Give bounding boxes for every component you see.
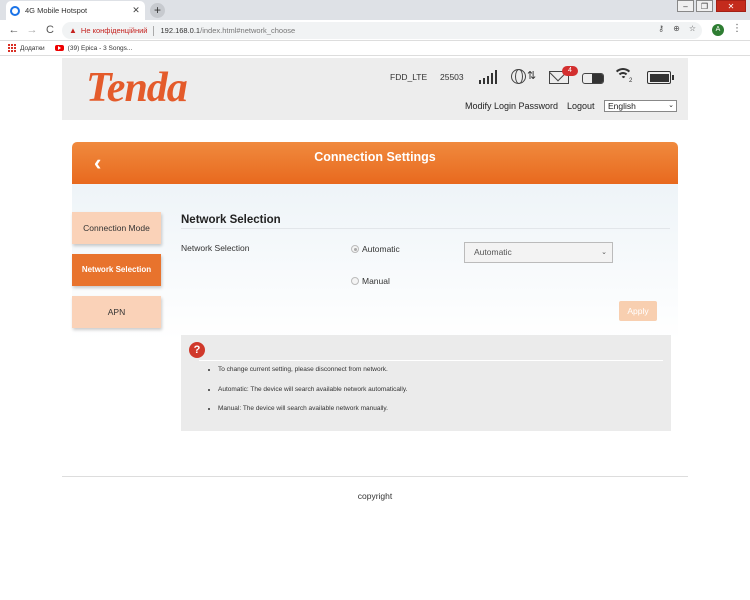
youtube-icon (54, 45, 64, 51)
radio-automatic[interactable] (351, 245, 359, 253)
help-item: Automatic: The device will search availa… (218, 385, 407, 405)
minimize-button[interactable]: – (677, 0, 694, 12)
apps-grid-icon (8, 44, 16, 52)
radio-manual[interactable] (351, 277, 359, 285)
insecure-label[interactable]: Не конфіденційний (81, 26, 148, 35)
help-box: ? To change current setting, please disc… (181, 335, 671, 431)
network-selection-label: Network Selection (181, 243, 250, 253)
radio-manual-row[interactable]: Manual (351, 276, 390, 286)
warning-icon[interactable]: ▲ (69, 26, 77, 35)
page-title: Connection Settings (314, 150, 436, 164)
network-mode-value: Automatic (474, 247, 512, 257)
data-transfer-icon: ⇅ (527, 70, 537, 82)
sidebar-item-apn[interactable]: APN (72, 296, 161, 328)
network-code: 25503 (440, 72, 464, 82)
help-list: To change current setting, please discon… (212, 365, 407, 424)
logout-link[interactable]: Logout (567, 101, 595, 111)
section-title: Network Selection (181, 214, 281, 226)
sms-count-badge: 4 (562, 66, 578, 76)
apply-button[interactable]: Apply (619, 301, 657, 321)
browser-tab[interactable]: 4G Mobile Hotspot ✕ (6, 1, 145, 20)
reload-icon[interactable]: C (43, 23, 57, 37)
tab-close-icon[interactable]: ✕ (131, 5, 141, 16)
radio-automatic-row[interactable]: Automatic (351, 244, 400, 254)
back-arrow-icon[interactable]: ← (7, 23, 21, 37)
bookmark-apps[interactable]: Додатки (20, 45, 45, 52)
window-close-button[interactable]: ✕ (716, 0, 746, 12)
internet-globe-icon (511, 69, 526, 84)
bookmarks-bar: Додатки (39) Epica - 3 Songs... (0, 41, 750, 56)
omnibox-icons: ⚷ ⊕ ☆ (658, 24, 696, 33)
signal-strength-icon (479, 70, 498, 84)
address-bar[interactable]: ▲ Не конфіденційний 192.168.0.1 /index.h… (62, 22, 702, 39)
bookmark-epica[interactable]: (39) Epica - 3 Songs... (68, 45, 133, 52)
browser-menu-icon[interactable]: ⋮ (732, 23, 742, 34)
zoom-icon[interactable]: ⊕ (673, 24, 680, 33)
router-header: Tenda FDD_LTE 25503 ⇅ 4 2 Modify Login P… (62, 58, 688, 120)
language-value: English (608, 101, 636, 111)
forward-arrow-icon[interactable]: → (25, 23, 39, 37)
modify-login-password-link[interactable]: Modify Login Password (465, 101, 558, 111)
url-host: 192.168.0.1 (160, 26, 201, 35)
footer-divider (62, 476, 688, 477)
chevron-down-icon: ⌄ (668, 102, 674, 109)
profile-avatar[interactable]: A (712, 24, 724, 36)
help-item: Manual: The device will search available… (218, 404, 407, 424)
copyright-text: copyright (357, 491, 393, 501)
tab-title: 4G Mobile Hotspot (25, 6, 88, 15)
browser-toolbar: ← → C ▲ Не конфіденційний 192.168.0.1 /i… (0, 20, 750, 41)
radio-manual-label: Manual (362, 276, 390, 286)
address-separator (153, 25, 155, 36)
url-path: /index.html#network_choose (200, 26, 296, 35)
battery-icon (647, 71, 674, 84)
sidebar-item-connection-mode[interactable]: Connection Mode (72, 212, 161, 244)
network-mode-select[interactable]: Automatic ⌄ (464, 242, 613, 263)
wifi-client-count: 2 (629, 78, 633, 84)
tenda-logo: Tenda (86, 65, 188, 111)
help-question-icon: ? (189, 342, 205, 358)
language-select[interactable]: English ⌄ (604, 100, 677, 112)
new-tab-button[interactable]: + (150, 3, 165, 18)
page-title-bar: ‹ Connection Settings (72, 142, 678, 184)
chevron-down-icon: ⌄ (601, 249, 607, 256)
bookmark-star-icon[interactable]: ☆ (689, 24, 696, 33)
help-divider (199, 360, 663, 361)
sim-card-icon (582, 73, 604, 84)
radio-automatic-label: Automatic (362, 244, 400, 254)
browser-tabstrip: 4G Mobile Hotspot ✕ + – ❐ ✕ (0, 0, 750, 20)
help-item: To change current setting, please discon… (218, 365, 407, 385)
network-type: FDD_LTE (390, 72, 428, 82)
key-icon[interactable]: ⚷ (658, 24, 664, 33)
favicon-icon (10, 5, 20, 16)
maximize-button[interactable]: ❐ (696, 0, 713, 12)
section-divider (181, 228, 670, 229)
sidebar-item-network-selection[interactable]: Network Selection (72, 254, 161, 286)
